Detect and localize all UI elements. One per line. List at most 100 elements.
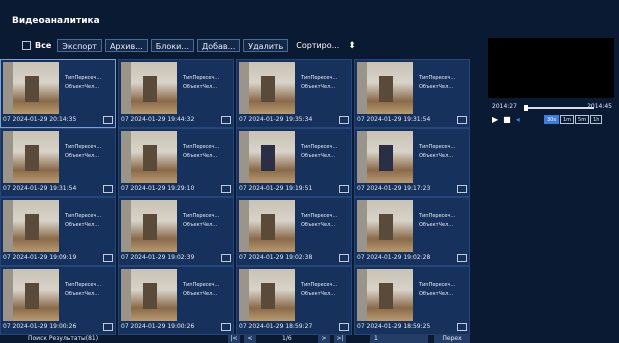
card-meta: ТипПересеч... ОбъектЧел...	[183, 281, 219, 299]
result-card[interactable]: ТипПересеч... ОбъектЧел... 07 2024-01-29…	[236, 197, 352, 266]
card-type: ТипПересеч...	[301, 144, 338, 150]
play-icon[interactable]: ▶	[492, 115, 498, 124]
select-all-label: Все	[35, 41, 52, 50]
card-object: ОбъектЧел...	[301, 84, 336, 90]
card-type: ТипПересеч...	[419, 213, 456, 219]
card-checkbox[interactable]	[103, 116, 113, 124]
card-object: ОбъектЧел...	[419, 84, 454, 90]
stop-icon[interactable]: ■	[503, 115, 511, 124]
card-timestamp: 07 2024-01-29 19:17:23	[357, 184, 469, 194]
card-checkbox[interactable]	[221, 116, 231, 124]
card-object: ОбъектЧел...	[183, 153, 218, 159]
result-card[interactable]: ТипПересеч... ОбъектЧел... 07 2024-01-29…	[118, 266, 234, 335]
last-page-button[interactable]: >|	[334, 334, 346, 343]
card-object: ОбъектЧел...	[65, 291, 100, 297]
results-grid: ТипПересеч... ОбъектЧел... 07 2024-01-29…	[0, 59, 485, 335]
result-card[interactable]: ТипПересеч... ОбъектЧел... 07 2024-01-29…	[0, 128, 116, 197]
result-card[interactable]: ТипПересеч... ОбъектЧел... 07 2024-01-29…	[354, 266, 470, 335]
result-card[interactable]: ТипПересеч... ОбъектЧел... 07 2024-01-29…	[236, 128, 352, 197]
next-page-button[interactable]: >	[318, 334, 330, 343]
card-timestamp: 07 2024-01-29 19:02:28	[357, 253, 469, 263]
prev-page-button[interactable]: <	[244, 334, 256, 343]
first-page-button[interactable]: |<	[228, 334, 240, 343]
card-object: ОбъектЧел...	[65, 84, 100, 90]
step-back-icon[interactable]: ◂	[516, 115, 520, 124]
card-time: 07 2024-01-29 19:02:38	[239, 254, 313, 261]
page-number-input[interactable]: 1	[370, 334, 428, 343]
card-object: ОбъектЧел...	[301, 153, 336, 159]
timeline-handle[interactable]	[524, 105, 528, 111]
card-checkbox[interactable]	[221, 185, 231, 193]
card-checkbox[interactable]	[103, 185, 113, 193]
thumbnail	[357, 269, 413, 321]
thumbnail	[357, 62, 413, 114]
card-checkbox[interactable]	[339, 323, 349, 331]
result-card[interactable]: ТипПересеч... ОбъектЧел... 07 2024-01-29…	[118, 59, 234, 128]
result-card[interactable]: ТипПересеч... ОбъектЧел... 07 2024-01-29…	[0, 266, 116, 335]
video-preview[interactable]	[488, 38, 614, 98]
card-type: ТипПересеч...	[419, 282, 456, 288]
card-time: 07 2024-01-29 20:14:35	[3, 116, 77, 123]
result-card[interactable]: ТипПересеч... ОбъектЧел... 07 2024-01-29…	[118, 197, 234, 266]
card-object: ОбъектЧел...	[65, 222, 100, 228]
toolbar: Все Экспорт Архив... Блоки... Добав... У…	[22, 38, 356, 53]
result-card[interactable]: ТипПересеч... ОбъектЧел... 07 2024-01-29…	[354, 128, 470, 197]
card-meta: ТипПересеч... ОбъектЧел...	[65, 281, 101, 299]
rate-1m-button[interactable]: 1m	[559, 115, 575, 124]
card-object: ОбъектЧел...	[419, 153, 454, 159]
card-meta: ТипПересеч... ОбъектЧел...	[301, 281, 337, 299]
result-card[interactable]: ТипПересеч... ОбъектЧел... 07 2024-01-29…	[0, 59, 116, 128]
thumbnail	[3, 200, 59, 252]
card-meta: ТипПересеч... ОбъектЧел...	[183, 74, 219, 92]
rate-selector: 30s 1m 5m 1h	[544, 115, 603, 124]
add-button[interactable]: Добав...	[196, 39, 241, 52]
sort-toggle-icon[interactable]: ⬍	[348, 41, 356, 51]
card-checkbox[interactable]	[103, 254, 113, 262]
card-timestamp: 07 2024-01-29 19:00:26	[3, 322, 115, 332]
card-checkbox[interactable]	[457, 323, 467, 331]
card-object: ОбъектЧел...	[301, 222, 336, 228]
result-card[interactable]: ТипПересеч... ОбъектЧел... 07 2024-01-29…	[0, 197, 116, 266]
archive-button[interactable]: Архив...	[104, 39, 148, 52]
thumbnail	[3, 269, 59, 321]
card-checkbox[interactable]	[221, 254, 231, 262]
card-type: ТипПересеч...	[419, 144, 456, 150]
card-time: 07 2024-01-29 19:09:19	[3, 254, 77, 261]
select-all-checkbox[interactable]	[22, 41, 31, 50]
rate-30s-button[interactable]: 30s	[544, 115, 559, 124]
playback-start-time: 2014:27	[492, 103, 517, 110]
delete-button[interactable]: Удалить	[243, 39, 289, 52]
card-checkbox[interactable]	[457, 116, 467, 124]
card-type: ТипПересеч...	[183, 75, 220, 81]
card-object: ОбъектЧел...	[183, 84, 218, 90]
card-checkbox[interactable]	[221, 323, 231, 331]
card-checkbox[interactable]	[103, 323, 113, 331]
block-button[interactable]: Блоки...	[150, 39, 194, 52]
card-checkbox[interactable]	[457, 254, 467, 262]
card-timestamp: 07 2024-01-29 19:02:38	[239, 253, 351, 263]
card-checkbox[interactable]	[339, 185, 349, 193]
rate-5m-button[interactable]: 5m	[575, 115, 590, 124]
result-card[interactable]: ТипПересеч... ОбъектЧел... 07 2024-01-29…	[236, 59, 352, 128]
card-checkbox[interactable]	[457, 185, 467, 193]
result-card[interactable]: ТипПересеч... ОбъектЧел... 07 2024-01-29…	[118, 128, 234, 197]
export-button[interactable]: Экспорт	[57, 39, 102, 52]
card-time: 07 2024-01-29 19:00:26	[121, 323, 195, 330]
goto-page-button[interactable]: Перех	[434, 334, 470, 343]
sort-label[interactable]: Сортиро...	[296, 41, 339, 50]
card-timestamp: 07 2024-01-29 19:00:26	[121, 322, 233, 332]
result-card[interactable]: ТипПересеч... ОбъектЧел... 07 2024-01-29…	[236, 266, 352, 335]
card-meta: ТипПересеч... ОбъектЧел...	[301, 143, 337, 161]
card-type: ТипПересеч...	[65, 282, 102, 288]
card-checkbox[interactable]	[339, 116, 349, 124]
card-checkbox[interactable]	[339, 254, 349, 262]
card-meta: ТипПересеч... ОбъектЧел...	[65, 212, 101, 230]
card-timestamp: 07 2024-01-29 18:59:27	[239, 322, 351, 332]
rate-1h-button[interactable]: 1h	[590, 115, 603, 124]
playback-timeline[interactable]	[524, 105, 594, 111]
result-card[interactable]: ТипПересеч... ОбъектЧел... 07 2024-01-29…	[354, 197, 470, 266]
result-card[interactable]: ТипПересеч... ОбъектЧел... 07 2024-01-29…	[354, 59, 470, 128]
card-time: 07 2024-01-29 19:44:32	[121, 116, 195, 123]
card-meta: ТипПересеч... ОбъектЧел...	[419, 281, 455, 299]
thumbnail	[3, 131, 59, 183]
